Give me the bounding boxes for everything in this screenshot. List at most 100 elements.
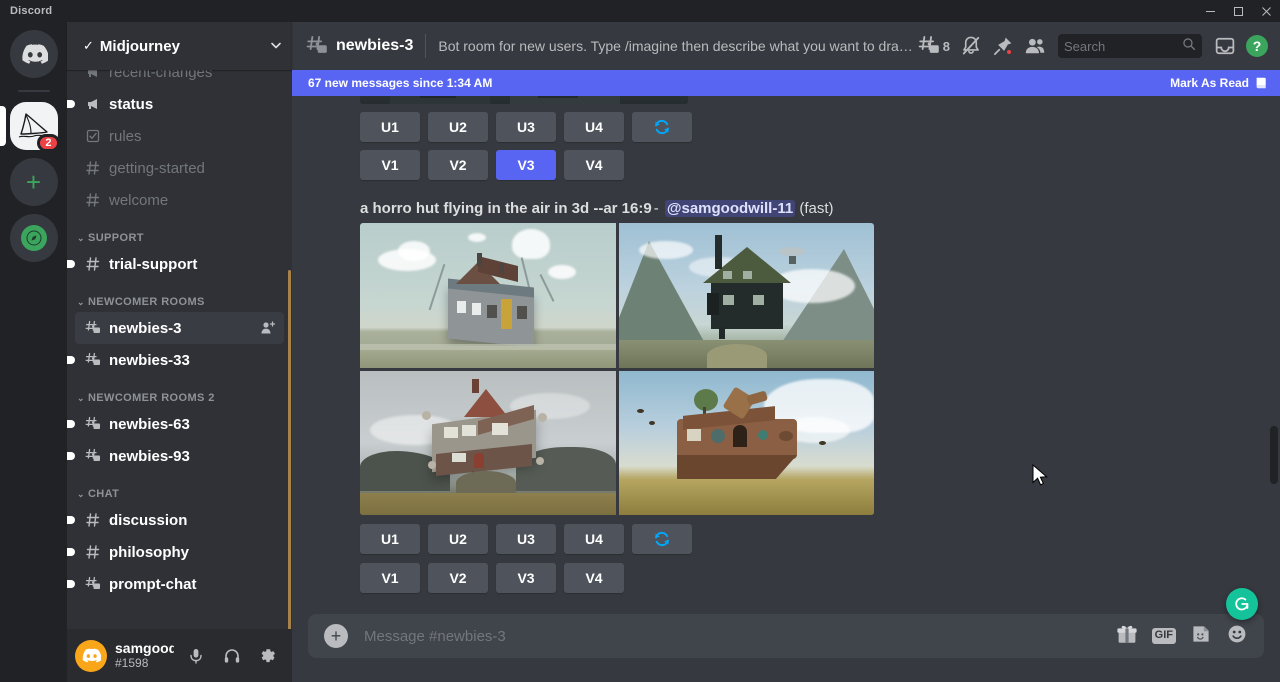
add-member-icon[interactable] <box>260 320 276 336</box>
reroll-button[interactable] <box>632 112 692 142</box>
previous-grid-bottom[interactable] <box>360 96 688 104</box>
gift-icon[interactable] <box>1116 623 1138 650</box>
category-label: NEWCOMER ROOMS <box>88 296 205 308</box>
threads-button[interactable]: 8 <box>914 30 954 62</box>
v3-button[interactable]: V3 <box>496 150 556 180</box>
new-messages-text: 67 new messages since 1:34 AM <box>308 76 492 90</box>
user-discriminator: #1598 <box>115 656 174 670</box>
sidebar-item-welcome[interactable]: welcome <box>75 184 284 216</box>
message-horro-hut: a horro hut flying in the air in 3d --ar… <box>292 180 1280 593</box>
rail-item-explore[interactable] <box>10 214 58 262</box>
u3-button[interactable]: U3 <box>496 112 556 142</box>
author-mention[interactable]: @samgoodwill-11 <box>665 200 795 217</box>
compass-icon <box>21 225 47 251</box>
verified-check-icon: ✓ <box>83 38 94 54</box>
inbox-button[interactable] <box>1210 30 1240 62</box>
prompt-separator: - <box>654 200 659 217</box>
new-messages-bar[interactable]: 67 new messages since 1:34 AM Mark As Re… <box>292 70 1280 96</box>
v3-button[interactable]: V3 <box>496 563 556 593</box>
sidebar-scrollbar[interactable] <box>288 70 291 629</box>
sidebar-item-discussion[interactable]: discussion <box>75 504 284 536</box>
gif-icon[interactable]: GIF <box>1152 628 1176 643</box>
channel-list: recent-changes status rules <box>67 70 292 600</box>
hash-thread-icon <box>83 574 103 594</box>
v2-button[interactable]: V2 <box>428 563 488 593</box>
category-newcomer-rooms[interactable]: ⌄ NEWCOMER ROOMS <box>75 280 284 312</box>
u1-button[interactable]: U1 <box>360 524 420 554</box>
channel-label: status <box>109 96 276 113</box>
announcement-icon <box>83 94 103 114</box>
v1-button[interactable]: V1 <box>360 563 420 593</box>
message-prompt: a horro hut flying in the air in 3d --ar… <box>360 200 1264 217</box>
channel-sidebar: ✓ Midjourney recent-changes <box>67 22 292 682</box>
channel-label: rules <box>109 128 276 145</box>
sidebar-item-trial-support[interactable]: trial-support <box>75 248 284 280</box>
search-placeholder: Search <box>1064 39 1182 54</box>
pinned-messages-button[interactable] <box>988 30 1018 62</box>
sidebar-item-newbies-63[interactable]: newbies-63 <box>75 408 284 440</box>
upscale-1-preview[interactable] <box>360 223 616 368</box>
u2-button[interactable]: U2 <box>428 524 488 554</box>
generated-image-grid[interactable] <box>360 223 874 515</box>
v2-button[interactable]: V2 <box>428 150 488 180</box>
sidebar-item-newbies-93[interactable]: newbies-93 <box>75 440 284 472</box>
category-newcomer-rooms-2[interactable]: ⌄ NEWCOMER ROOMS 2 <box>75 376 284 408</box>
minimize-button[interactable] <box>1196 0 1224 22</box>
maximize-button[interactable] <box>1224 0 1252 22</box>
sidebar-item-rules[interactable]: rules <box>75 120 284 152</box>
message-input-box[interactable]: + Message #newbies-3 GIF <box>308 614 1264 658</box>
sidebar-item-newbies-3[interactable]: newbies-3 <box>75 312 284 344</box>
category-support[interactable]: ⌄ SUPPORT <box>75 216 284 248</box>
rail-item-home[interactable] <box>10 30 58 78</box>
help-button[interactable]: ? <box>1242 30 1272 62</box>
emoji-icon[interactable] <box>1226 623 1248 650</box>
sidebar-item-newbies-33[interactable]: newbies-33 <box>75 344 284 376</box>
upscale-2-preview[interactable] <box>619 223 875 368</box>
rail-item-add-server[interactable]: + <box>10 158 58 206</box>
sidebar-item-getting-started[interactable]: getting-started <box>75 152 284 184</box>
reroll-button[interactable] <box>632 524 692 554</box>
message-scrollbar[interactable] <box>1270 96 1278 614</box>
u4-button[interactable]: U4 <box>564 524 624 554</box>
sidebar-item-philosophy[interactable]: philosophy <box>75 536 284 568</box>
username: samgoodw... <box>115 641 174 656</box>
upscale-3-preview[interactable] <box>360 371 616 516</box>
upload-file-icon[interactable]: + <box>324 624 348 648</box>
headphones-icon[interactable] <box>216 640 248 672</box>
sidebar-item-recent-changes[interactable]: recent-changes <box>75 70 284 88</box>
v1-button[interactable]: V1 <box>360 150 420 180</box>
v4-button[interactable]: V4 <box>564 563 624 593</box>
notification-settings-button[interactable] <box>956 30 986 62</box>
member-list-button[interactable] <box>1020 30 1050 62</box>
avatar[interactable] <box>75 640 107 672</box>
close-button[interactable] <box>1252 0 1280 22</box>
message-scroll-thumb[interactable] <box>1270 426 1278 484</box>
message-scroller[interactable]: U1 U2 U3 U4 <box>292 96 1280 614</box>
u2-button[interactable]: U2 <box>428 112 488 142</box>
guild-header[interactable]: ✓ Midjourney <box>67 22 292 70</box>
channel-label: recent-changes <box>109 70 276 81</box>
gear-icon[interactable] <box>252 640 284 672</box>
mark-as-read-button[interactable]: Mark As Read <box>1170 76 1268 90</box>
v4-button[interactable]: V4 <box>564 150 624 180</box>
channel-label: trial-support <box>109 256 276 273</box>
u4-button[interactable]: U4 <box>564 112 624 142</box>
sidebar-item-status[interactable]: status <box>75 88 284 120</box>
u1-button[interactable]: U1 <box>360 112 420 142</box>
sidebar-scroll-thumb[interactable] <box>288 270 291 629</box>
sidebar-item-prompt-chat[interactable]: prompt-chat <box>75 568 284 600</box>
category-chat[interactable]: ⌄ CHAT <box>75 472 284 504</box>
u3-button[interactable]: U3 <box>496 524 556 554</box>
upscale-4-preview[interactable] <box>619 371 875 516</box>
channel-scroll-area[interactable]: recent-changes status rules <box>67 70 292 629</box>
chevron-down-icon: ⌄ <box>77 393 85 404</box>
microphone-icon[interactable] <box>180 640 212 672</box>
search-input[interactable]: Search <box>1058 34 1202 58</box>
user-info[interactable]: samgoodw... #1598 <box>115 641 174 671</box>
grammarly-button[interactable] <box>1226 588 1258 620</box>
header-actions: 8 <box>914 30 1272 62</box>
sticker-icon[interactable] <box>1190 623 1212 650</box>
channel-topic[interactable]: Bot room for new users. Type /imagine th… <box>438 38 913 54</box>
rail-item-midjourney[interactable]: 2 <box>10 102 58 150</box>
message-input-placeholder[interactable]: Message #newbies-3 <box>364 628 1116 645</box>
